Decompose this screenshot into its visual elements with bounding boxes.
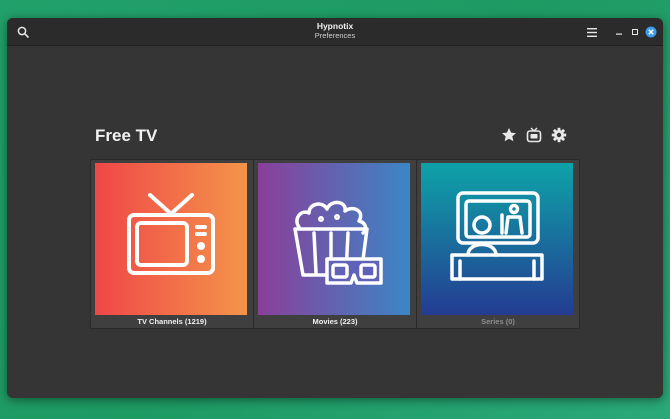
movies-artwork [258, 163, 410, 315]
category-card-tv-channels[interactable]: TV Channels (1219) [90, 159, 254, 329]
category-label: Movies (223) [312, 317, 358, 326]
series-artwork [421, 163, 573, 315]
window-subtitle: Preferences [314, 31, 356, 40]
live-tv-button[interactable] [526, 127, 542, 143]
maximize-icon [632, 29, 638, 35]
provider-title: Free TV [95, 126, 158, 145]
tv-channels-artwork [95, 163, 247, 315]
tv-icon [526, 127, 542, 143]
category-label: TV Channels (1219) [137, 317, 207, 326]
maximize-button[interactable] [629, 26, 641, 38]
minimize-button[interactable] [613, 26, 625, 38]
app-window: Hypnotix Preferences Free TV TV Channels… [7, 18, 663, 398]
favorites-button[interactable] [501, 127, 517, 143]
close-button[interactable] [644, 25, 657, 38]
television-icon [127, 193, 215, 275]
minimize-icon [616, 33, 622, 35]
category-card-movies[interactable]: Movies (223) [253, 159, 417, 329]
title-block: Hypnotix Preferences [7, 21, 663, 41]
couch-viewer-icon [450, 191, 544, 281]
category-card-series[interactable]: Series (0) [416, 159, 580, 329]
close-icon [645, 26, 656, 37]
window-title: Hypnotix [316, 21, 354, 31]
gear-icon [551, 127, 567, 143]
hamburger-menu-icon[interactable] [585, 25, 599, 39]
main-content: Free TV TV Channels (1219) Movies (223) … [7, 46, 663, 398]
popcorn-3d-glasses-icon [293, 200, 383, 285]
category-label: Series (0) [481, 317, 515, 326]
header-bar: Hypnotix Preferences [7, 18, 663, 46]
star-icon [502, 128, 516, 142]
preferences-button[interactable] [551, 127, 567, 143]
